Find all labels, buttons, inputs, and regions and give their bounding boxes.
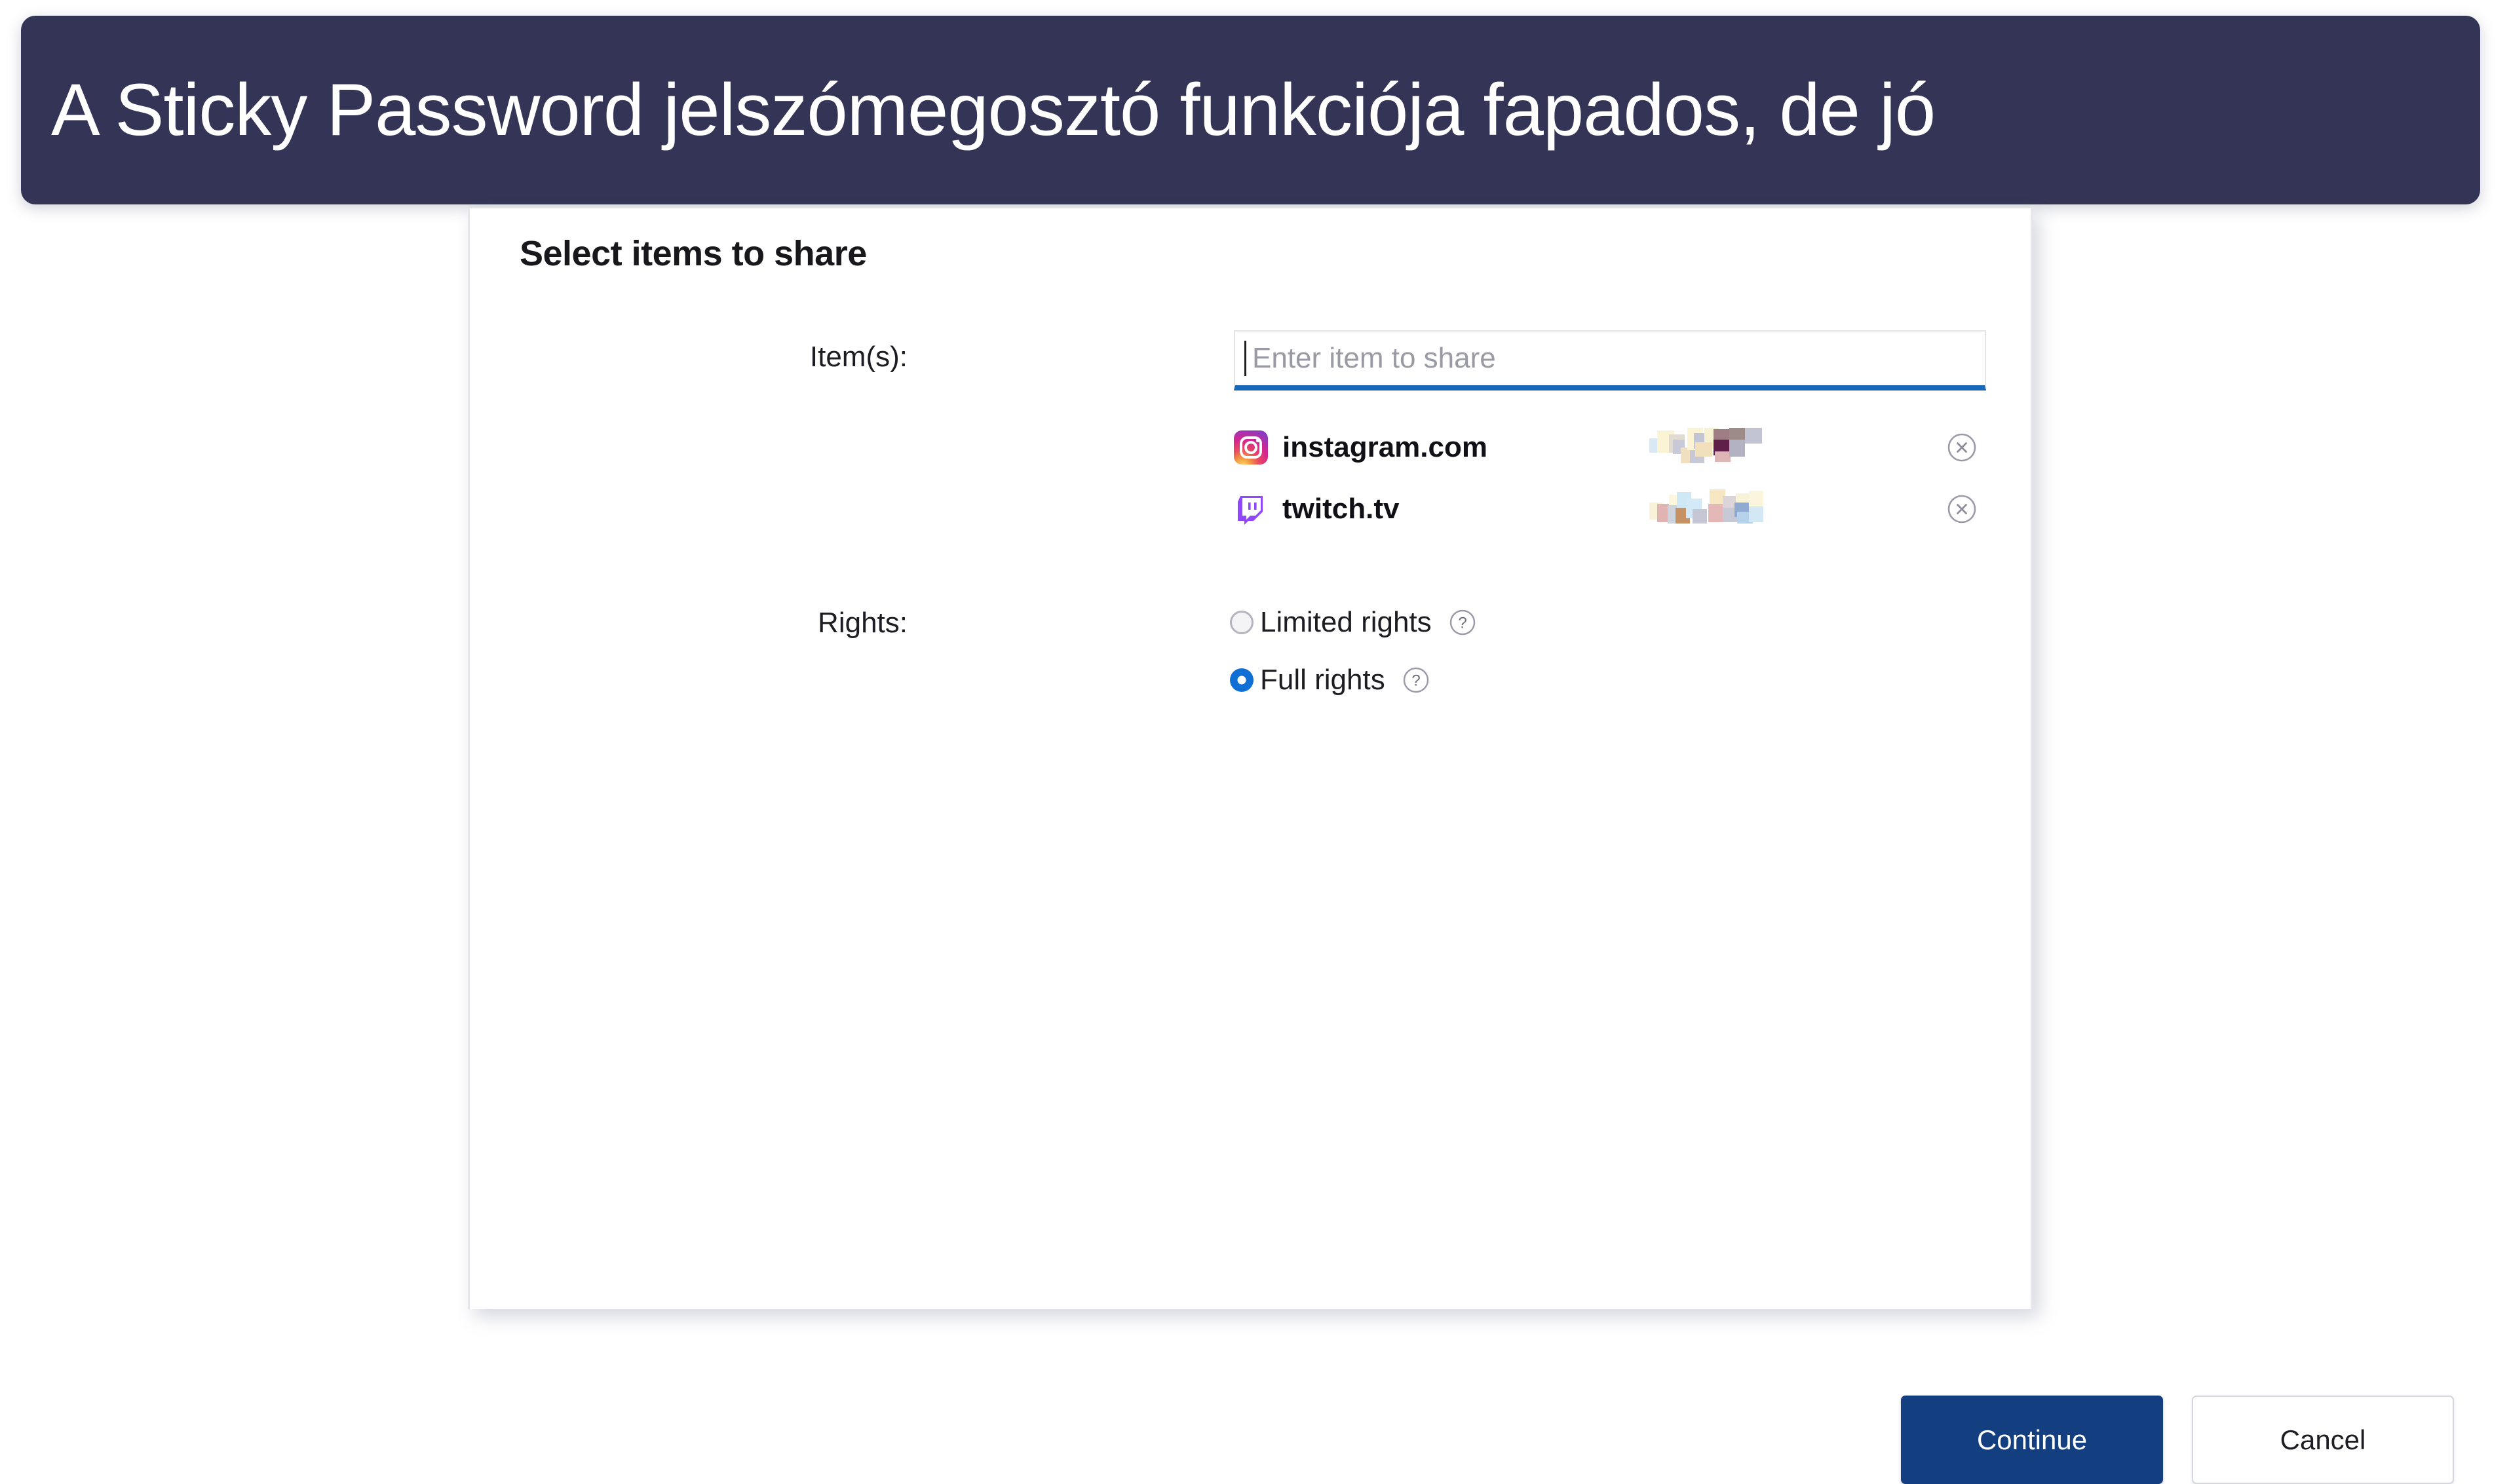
text-caret (1244, 341, 1246, 376)
continue-button[interactable]: Continue (1901, 1396, 2163, 1484)
dialog-title: Select items to share (520, 234, 867, 273)
rights-option-full[interactable]: Full rights ? (1230, 660, 1430, 700)
share-item-input[interactable]: Enter item to share (1234, 330, 1986, 390)
items-field-label: Item(s): (809, 341, 908, 373)
page-banner: A Sticky Password jelszómegosztó funkció… (21, 16, 2480, 204)
question-mark-icon[interactable]: ? (1449, 609, 1476, 636)
redacted-account-value (1649, 489, 1800, 529)
rights-option-label: Limited rights (1260, 606, 1432, 638)
remove-shared-item-button[interactable] (1947, 432, 1977, 463)
redacted-account-value (1649, 428, 1800, 467)
shared-item-row[interactable]: instagram.com (1234, 422, 1994, 473)
cancel-button[interactable]: Cancel (2192, 1396, 2454, 1484)
banner-title: A Sticky Password jelszómegosztó funkció… (51, 69, 1936, 151)
instagram-icon (1234, 430, 1268, 465)
svg-text:?: ? (1458, 615, 1466, 632)
share-item-placeholder: Enter item to share (1252, 342, 1496, 374)
radio-button-full[interactable] (1230, 668, 1254, 692)
rights-option-label: Full rights (1260, 664, 1385, 696)
share-dialog: Select items to share Item(s): Enter ite… (468, 208, 2454, 1484)
shared-item-name: twitch.tv (1282, 493, 1400, 525)
rights-option-limited[interactable]: Limited rights ? (1230, 603, 1476, 642)
remove-shared-item-button[interactable] (1947, 494, 1977, 524)
shared-item-name: instagram.com (1282, 431, 1487, 463)
question-mark-icon[interactable]: ? (1402, 666, 1430, 694)
shared-item-row[interactable]: twitch.tv (1234, 484, 1994, 535)
radio-button-limited[interactable] (1230, 611, 1254, 634)
svg-text:?: ? (1411, 672, 1420, 690)
twitch-icon (1234, 492, 1268, 526)
rights-label: Rights: (818, 607, 908, 639)
